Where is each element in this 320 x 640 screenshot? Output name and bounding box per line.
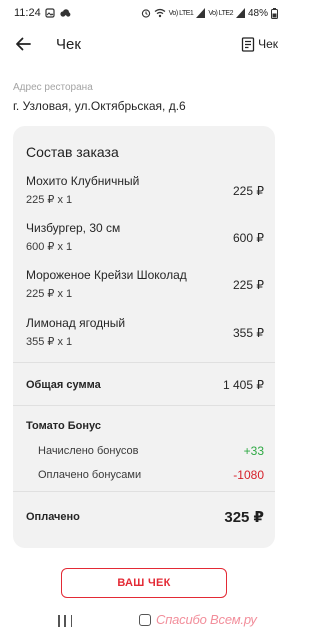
divider (13, 491, 275, 492)
home-icon[interactable] (139, 614, 151, 626)
status-time: 11:24 (14, 7, 41, 19)
signal-1-icon (196, 8, 206, 18)
order-title: Состав заказа (26, 144, 119, 160)
address-value: г. Узловая, ул.Октябрьская, д.6 (13, 99, 186, 113)
bonus-accrued-value: +33 (243, 444, 264, 458)
order-card: Состав заказа Мохито Клубничный 225 ₽ x … (13, 126, 275, 548)
item-price: 355 ₽ (233, 326, 264, 340)
total-value: 1 405 ₽ (223, 378, 264, 392)
network-1-label: Vo) LTE1 (168, 9, 194, 17)
status-right: Vo) LTE1 Vo) LTE2 48% (141, 7, 278, 19)
receipt-icon (241, 36, 255, 52)
bonus-paid-row: Оплачено бонусами -1080 (38, 468, 264, 482)
paid-value: 325 ₽ (224, 509, 264, 526)
status-left: 11:24 (14, 7, 71, 19)
battery-percent: 48% (247, 7, 268, 19)
back-arrow-icon (16, 37, 31, 51)
item-name: Мохито Клубничный (26, 174, 140, 188)
order-item: Лимонад ягодный 355 ₽ x 1 355 ₽ (26, 316, 264, 352)
paid-row: Оплачено 325 ₽ (26, 508, 264, 526)
order-item: Чизбургер, 30 см 600 ₽ x 1 600 ₽ (26, 221, 264, 257)
bonus-accrued-label: Начислено бонусов (38, 445, 139, 457)
item-name: Чизбургер, 30 см (26, 221, 121, 235)
wifi-icon (154, 8, 166, 18)
network-2-label: Vo) LTE2 (208, 9, 233, 17)
item-name: Мороженое Крейзи Шоколад (26, 268, 187, 282)
recents-icon[interactable] (58, 615, 72, 627)
paid-label: Оплачено (26, 511, 80, 523)
cloud-icon (60, 9, 71, 17)
order-item: Мороженое Крейзи Шоколад 225 ₽ x 1 225 ₽ (26, 268, 264, 304)
signal-2-icon (235, 8, 245, 18)
item-price: 225 ₽ (233, 278, 264, 292)
item-qty: 225 ₽ x 1 (26, 288, 73, 300)
your-receipt-button[interactable]: ВАШ ЧЕК (61, 568, 227, 598)
order-item: Мохито Клубничный 225 ₽ x 1 225 ₽ (26, 174, 264, 210)
battery-icon (271, 7, 278, 19)
item-price: 225 ₽ (233, 184, 264, 198)
total-label: Общая сумма (26, 379, 101, 391)
receipt-button-label: Чек (258, 37, 278, 51)
bonus-title-row: Томато Бонус (26, 420, 264, 432)
bonus-title: Томато Бонус (26, 420, 101, 432)
gallery-icon (45, 8, 55, 18)
bonus-paid-label: Оплачено бонусами (38, 469, 142, 481)
alarm-icon (141, 9, 150, 18)
item-qty: 225 ₽ x 1 (26, 194, 73, 206)
divider (13, 362, 275, 363)
divider (13, 405, 275, 406)
address-label: Адрес ресторана (13, 82, 93, 93)
system-nav-bar: Спасибо Всем.ру (0, 606, 288, 640)
watermark-text: Спасибо Всем.ру (156, 612, 257, 627)
bonus-accrued-row: Начислено бонусов +33 (38, 444, 264, 458)
back-button[interactable] (10, 31, 36, 57)
item-price: 600 ₽ (233, 231, 264, 245)
receipt-button[interactable]: Чек (241, 36, 278, 52)
item-qty: 355 ₽ x 1 (26, 336, 73, 348)
total-row: Общая сумма 1 405 ₽ (26, 378, 264, 392)
app-bar: Чек Чек (0, 26, 288, 62)
bonus-paid-value: -1080 (233, 468, 264, 482)
status-bar: 11:24 Vo) LTE1 Vo) LTE2 48% (0, 0, 288, 26)
item-name: Лимонад ягодный (26, 316, 126, 330)
page-title: Чек (56, 35, 81, 53)
item-qty: 600 ₽ x 1 (26, 241, 73, 253)
